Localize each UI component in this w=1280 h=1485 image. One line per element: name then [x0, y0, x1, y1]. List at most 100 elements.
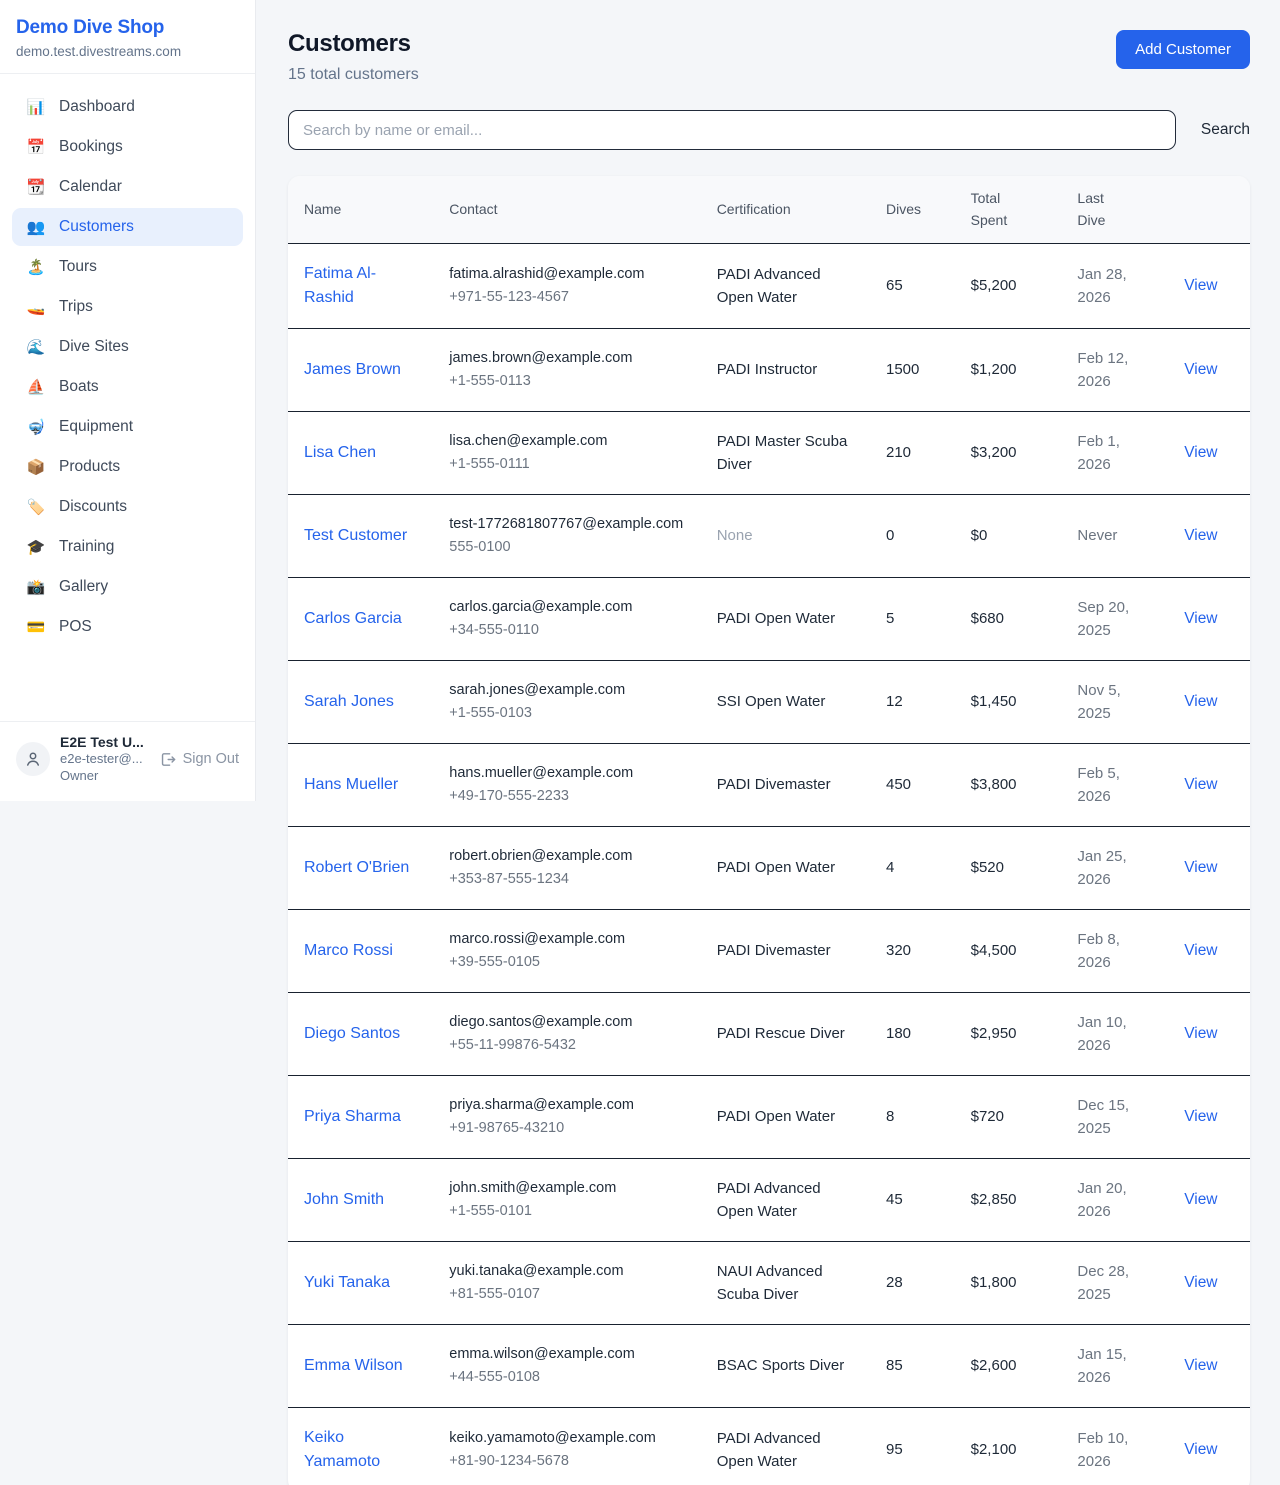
sidebar-item-pos[interactable]: 💳 POS — [12, 608, 243, 646]
avatar — [16, 742, 50, 776]
brand-name[interactable]: Demo Dive Shop — [16, 17, 239, 39]
user-info: E2E Test U... e2e-tester@... Owner — [60, 734, 149, 785]
sidebar-item-label: Dashboard — [59, 98, 135, 116]
sidebar-item-discounts[interactable]: 🏷️ Discounts — [12, 488, 243, 526]
discounts-icon: 🏷️ — [26, 500, 46, 515]
customer-phone: +34-555-0110 — [449, 619, 684, 642]
customer-name-link[interactable]: James Brown — [304, 358, 401, 382]
equipment-icon: 🤿 — [26, 420, 46, 435]
customer-name-link[interactable]: Yuki Tanaka — [304, 1271, 390, 1295]
customer-name-link[interactable]: Lisa Chen — [304, 441, 376, 465]
customer-name-link[interactable]: Fatima Al-Rashid — [304, 262, 417, 310]
sidebar-user-section: E2E Test U... e2e-tester@... Owner Sign … — [0, 721, 255, 801]
column-header — [1168, 176, 1250, 243]
column-header: Certification — [701, 176, 870, 243]
customer-name-link[interactable]: Priya Sharma — [304, 1105, 401, 1129]
customer-certification: None — [701, 494, 870, 577]
customer-dives: 1500 — [870, 328, 955, 411]
view-customer-link[interactable]: View — [1184, 1441, 1217, 1458]
customer-last-dive: Jan 15, 2026 — [1061, 1324, 1168, 1407]
search-button[interactable]: Search — [1201, 121, 1250, 139]
view-customer-link[interactable]: View — [1184, 527, 1217, 544]
sign-out-button[interactable]: Sign Out — [159, 751, 239, 768]
view-customer-link[interactable]: View — [1184, 1025, 1217, 1042]
customer-total-spent: $720 — [955, 1075, 1062, 1158]
customer-certification: PADI Open Water — [701, 577, 870, 660]
customer-last-dive: Never — [1061, 494, 1168, 577]
view-customer-link[interactable]: View — [1184, 361, 1217, 378]
customer-name-link[interactable]: Test Customer — [304, 524, 407, 548]
view-customer-link[interactable]: View — [1184, 444, 1217, 461]
sidebar-item-dashboard[interactable]: 📊 Dashboard — [12, 88, 243, 126]
sidebar-item-customers[interactable]: 👥 Customers — [12, 208, 243, 246]
column-header: Dives — [870, 176, 955, 243]
view-customer-link[interactable]: View — [1184, 859, 1217, 876]
user-email: e2e-tester@... — [60, 750, 149, 768]
customer-dives: 320 — [870, 909, 955, 992]
table-row: Test Customer test-1772681807767@example… — [288, 494, 1250, 577]
sidebar-item-boats[interactable]: ⛵ Boats — [12, 368, 243, 406]
sidebar-item-label: Products — [59, 458, 120, 476]
table-row: Emma Wilson emma.wilson@example.com +44-… — [288, 1324, 1250, 1407]
sidebar-item-training[interactable]: 🎓 Training — [12, 528, 243, 566]
view-customer-link[interactable]: View — [1184, 1357, 1217, 1374]
customer-total-spent: $2,850 — [955, 1158, 1062, 1241]
sidebar-item-calendar[interactable]: 📆 Calendar — [12, 168, 243, 206]
sidebar-item-label: Training — [59, 538, 114, 556]
customer-last-dive: Jan 28, 2026 — [1061, 243, 1168, 328]
table-row: Carlos Garcia carlos.garcia@example.com … — [288, 577, 1250, 660]
customer-phone: 555-0100 — [449, 536, 684, 559]
sidebar-item-dive-sites[interactable]: 🌊 Dive Sites — [12, 328, 243, 366]
customer-name-link[interactable]: Keiko Yamamoto — [304, 1426, 417, 1474]
add-customer-button[interactable]: Add Customer — [1116, 30, 1250, 69]
sidebar-item-bookings[interactable]: 📅 Bookings — [12, 128, 243, 166]
brand: Demo Dive Shop demo.test.divestreams.com — [0, 0, 255, 74]
sidebar-item-trips[interactable]: 🚤 Trips — [12, 288, 243, 326]
customer-email: marco.rossi@example.com — [449, 928, 684, 951]
column-header: Last Dive — [1061, 176, 1168, 243]
customer-name-link[interactable]: Diego Santos — [304, 1022, 400, 1046]
sign-out-icon — [159, 751, 176, 768]
view-customer-link[interactable]: View — [1184, 1274, 1217, 1291]
customer-name-link[interactable]: Emma Wilson — [304, 1354, 403, 1378]
customer-name-link[interactable]: John Smith — [304, 1188, 384, 1212]
sidebar-nav: 📊 Dashboard 📅 Bookings 📆 Calendar 👥 Cust… — [0, 74, 255, 660]
calendar-icon: 📆 — [26, 180, 46, 195]
customer-email: test-1772681807767@example.com — [449, 513, 684, 536]
sidebar-item-gallery[interactable]: 📸 Gallery — [12, 568, 243, 606]
customer-name-link[interactable]: Robert O'Brien — [304, 856, 409, 880]
view-customer-link[interactable]: View — [1184, 942, 1217, 959]
customer-phone: +1-555-0101 — [449, 1200, 684, 1223]
sidebar-item-products[interactable]: 📦 Products — [12, 448, 243, 486]
customer-total-spent: $4,500 — [955, 909, 1062, 992]
view-customer-link[interactable]: View — [1184, 776, 1217, 793]
dashboard-icon: 📊 — [26, 100, 46, 115]
customer-total-spent: $1,200 — [955, 328, 1062, 411]
sidebar-item-equipment[interactable]: 🤿 Equipment — [12, 408, 243, 446]
view-customer-link[interactable]: View — [1184, 1108, 1217, 1125]
customer-name-link[interactable]: Sarah Jones — [304, 690, 394, 714]
customer-last-dive: Feb 5, 2026 — [1061, 743, 1168, 826]
sidebar-item-tours[interactable]: 🏝️ Tours — [12, 248, 243, 286]
table-row: Fatima Al-Rashid fatima.alrashid@example… — [288, 243, 1250, 328]
customer-phone: +49-170-555-2233 — [449, 785, 684, 808]
customer-name-link[interactable]: Hans Mueller — [304, 773, 398, 797]
sidebar: Demo Dive Shop demo.test.divestreams.com… — [0, 0, 256, 801]
customer-phone: +81-555-0107 — [449, 1283, 684, 1306]
customer-name-link[interactable]: Carlos Garcia — [304, 607, 402, 631]
view-customer-link[interactable]: View — [1184, 277, 1217, 294]
training-icon: 🎓 — [26, 540, 46, 555]
page-title: Customers — [288, 30, 419, 58]
customer-certification: PADI Rescue Diver — [701, 992, 870, 1075]
customer-total-spent: $0 — [955, 494, 1062, 577]
customer-last-dive: Dec 15, 2025 — [1061, 1075, 1168, 1158]
customer-email: hans.mueller@example.com — [449, 762, 684, 785]
view-customer-link[interactable]: View — [1184, 693, 1217, 710]
search-input[interactable] — [288, 110, 1176, 150]
customer-total-spent: $2,950 — [955, 992, 1062, 1075]
view-customer-link[interactable]: View — [1184, 1191, 1217, 1208]
customer-name-link[interactable]: Marco Rossi — [304, 939, 393, 963]
customer-email: emma.wilson@example.com — [449, 1343, 684, 1366]
customer-certification: PADI Open Water — [701, 826, 870, 909]
view-customer-link[interactable]: View — [1184, 610, 1217, 627]
